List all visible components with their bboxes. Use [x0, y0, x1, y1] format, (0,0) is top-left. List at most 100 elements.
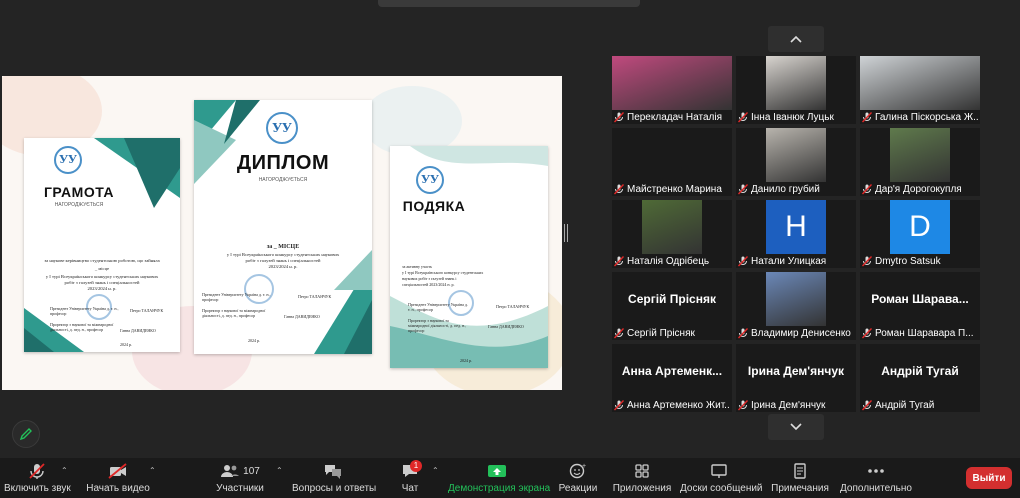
participant-name: Данило грубий	[751, 184, 820, 195]
signature-title: Проректор з наукової та міжнародної діял…	[202, 308, 266, 318]
participant-video	[766, 56, 826, 110]
doc-year: 2024 р.	[120, 342, 132, 347]
reactions-button[interactable]: + Реакции	[558, 462, 598, 494]
participant-avatar: H	[766, 200, 826, 254]
podyaka-decor	[390, 146, 548, 368]
participant-name: Наталія Одрібець	[627, 256, 710, 267]
signature-title: Проректор з наукової та міжнародної діял…	[408, 318, 467, 333]
participant-tile[interactable]: Наталія Одрібець	[612, 200, 732, 268]
participant-tile[interactable]: Роман Шарава... Роман Шаравара П...	[860, 272, 980, 340]
participant-name: Інна Іванюк Луцьк	[751, 112, 834, 123]
doc-line: за наукове керівництво студентською робо…	[44, 258, 160, 263]
notes-icon	[794, 463, 806, 479]
more-icon	[868, 469, 884, 473]
participant-name: Дар'я Дорогокупля	[875, 184, 962, 195]
doc-line: за активну участь	[402, 264, 433, 269]
participant-tile[interactable]: Анна Артеменк... Анна Артеменко Жит...	[612, 344, 732, 412]
qa-button[interactable]: Вопросы и ответы	[292, 462, 377, 494]
participant-name: Андрій Тугай	[875, 400, 935, 411]
participant-tile[interactable]: Данило грубий	[736, 128, 856, 196]
doc-line: _ місце	[94, 266, 110, 271]
mic-muted-icon	[862, 256, 872, 267]
share-screen-button[interactable]: Демонстрация экрана	[448, 462, 551, 494]
doc-line: у І турі Всеукраїнського конкурсу студен…	[402, 270, 484, 275]
participant-name: Анна Артеменко Жит...	[627, 400, 730, 411]
doc-year: 2024 р.	[460, 358, 472, 363]
signature-title: Президент Університету Україна д. т. н.,…	[50, 306, 119, 316]
participant-video	[642, 200, 702, 254]
participant-video	[766, 272, 826, 326]
video-options-caret[interactable]: ⌃	[149, 466, 156, 475]
mic-muted-icon	[29, 463, 45, 479]
start-video-button[interactable]: Начать видео	[86, 462, 150, 494]
mic-muted-icon	[862, 400, 872, 411]
participants-options-caret[interactable]: ⌃	[276, 466, 283, 475]
certificate-gramota: УУ ГРАМОТА НАГОРОДЖУЄТЬСЯ за наукове кер…	[24, 138, 180, 352]
participants-button[interactable]: 107 Участники	[214, 462, 266, 494]
participant-name: Перекладач Наталія	[627, 112, 722, 123]
top-meeting-bar	[378, 0, 640, 7]
gallery-next-button[interactable]	[768, 414, 824, 440]
mic-muted-icon	[738, 184, 748, 195]
certificate-dyplom: УУ ДИПЛОМ НАГОРОДЖУЄТЬСЯ за _ МІСЦЕ у І …	[194, 100, 372, 354]
leave-button[interactable]: Выйти	[966, 467, 1012, 489]
participant-caption: Дар'я Дорогокупля	[862, 183, 978, 196]
doc-line: за _ МІСЦЕ	[266, 244, 300, 250]
participants-label: Участники	[216, 483, 264, 494]
mic-muted-icon	[738, 400, 748, 411]
participant-name: Галина Піскорська Ж...	[875, 112, 978, 123]
doc-line: спеціальностей 2023/2024 н. р.	[402, 282, 455, 287]
doc-subtitle: НАГОРОДЖУЄТЬСЯ	[258, 177, 308, 183]
participant-display-name: Анна Артеменк...	[621, 364, 723, 378]
mic-muted-icon	[614, 400, 624, 411]
participant-caption: Владимир Денисенко	[738, 327, 854, 340]
audio-options-caret[interactable]: ⌃	[61, 466, 68, 475]
participant-tile[interactable]: D Dmytro Satsuk	[860, 200, 980, 268]
participant-caption: Галина Піскорська Ж...	[862, 111, 978, 124]
notes-button[interactable]: Примечания	[770, 462, 830, 494]
signature-title: Президент Університету Україна д. т. н.,…	[202, 292, 271, 302]
participant-caption: Наталія Одрібець	[614, 255, 730, 268]
whiteboards-button[interactable]: Доски сообщений	[680, 462, 763, 494]
mic-muted-icon	[862, 328, 872, 339]
signature-name: Ганна ДАВИДЕНКО	[120, 328, 156, 333]
chat-button[interactable]: 1 Чат	[396, 460, 424, 494]
mic-muted-icon	[614, 112, 624, 123]
participant-video	[860, 56, 980, 110]
participant-tile[interactable]: Майстренко Марина	[612, 128, 732, 196]
more-label: Дополнительно	[840, 483, 912, 494]
meeting-toolbar: Включить звук ⌃ Начать видео ⌃ 107 Участ…	[0, 458, 1020, 498]
mic-muted-icon	[738, 112, 748, 123]
participant-display-name: Сергій Прісняк	[628, 292, 716, 306]
share-screen-icon	[488, 465, 506, 477]
participant-tile[interactable]: Сергій Прісняк Сергій Прісняк	[612, 272, 732, 340]
mic-muted-icon	[862, 112, 872, 123]
notes-label: Примечания	[771, 483, 829, 494]
doc-line: 2023/2024 н. р.	[268, 264, 298, 269]
participant-tile[interactable]: Андрій Тугай Андрій Тугай	[860, 344, 980, 412]
participant-tile[interactable]: Дар'я Дорогокупля	[860, 128, 980, 196]
annotate-button[interactable]	[12, 420, 40, 448]
participant-display-name: Ірина Дем'янчук	[747, 364, 845, 378]
participant-tile[interactable]: Владимир Денисенко	[736, 272, 856, 340]
chevron-down-icon	[790, 423, 802, 431]
participant-avatar: D	[890, 200, 950, 254]
share-screen-label: Демонстрация экрана	[448, 483, 551, 494]
participant-tile[interactable]: Перекладач Наталія	[612, 56, 732, 124]
apps-button[interactable]: Приложения	[612, 462, 672, 494]
participant-tile[interactable]: H Натали Улицкая	[736, 200, 856, 268]
signature-name: Ганна ДАВИДЕНКО	[488, 324, 524, 329]
signature-name: Петро ТАЛАНЧУК	[298, 294, 332, 299]
more-button[interactable]: Дополнительно	[840, 462, 912, 494]
participant-tile[interactable]: Ірина Дем'янчук Ірина Дем'янчук	[736, 344, 856, 412]
gramota-decor	[24, 138, 180, 352]
participant-name: Майстренко Марина	[627, 184, 722, 195]
qa-label: Вопросы и ответы	[292, 483, 377, 494]
gallery-prev-button[interactable]	[768, 26, 824, 52]
participant-tile[interactable]: Інна Іванюк Луцьк	[736, 56, 856, 124]
chat-options-caret[interactable]: ⌃	[432, 466, 439, 475]
participant-tile[interactable]: Галина Піскорська Ж...	[860, 56, 980, 124]
certificate-podyaka: УУ ПОДЯКА за активну участь у І турі Все…	[390, 146, 548, 368]
participant-caption: Данило грубий	[738, 183, 854, 196]
resize-handle[interactable]	[564, 224, 568, 242]
